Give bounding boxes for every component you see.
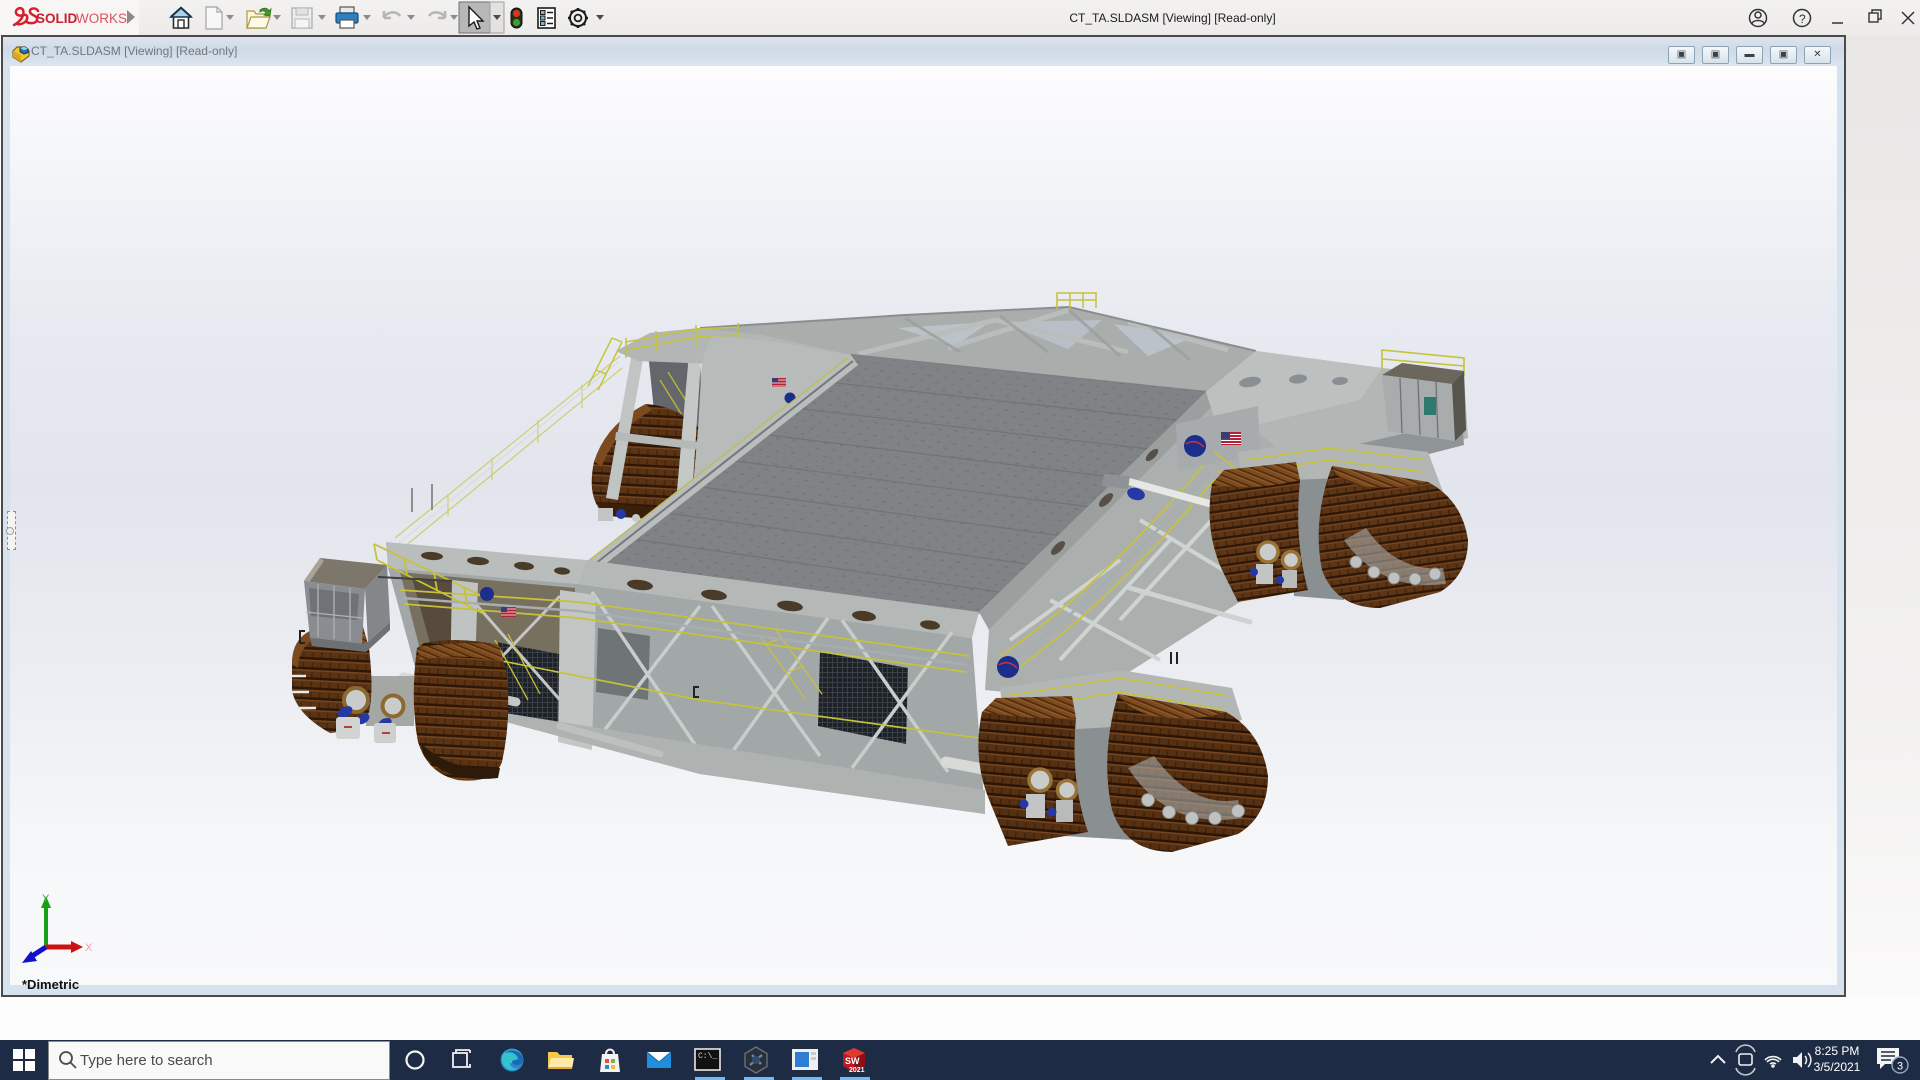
svg-text:X: X: [85, 942, 93, 954]
svg-text:2021: 2021: [849, 1067, 865, 1074]
svg-text:3: 3: [1897, 1061, 1903, 1073]
svg-text:SW: SW: [845, 1056, 860, 1066]
svg-text:Y: Y: [42, 893, 50, 905]
svg-text:C:\_: C:\_: [698, 1052, 717, 1061]
